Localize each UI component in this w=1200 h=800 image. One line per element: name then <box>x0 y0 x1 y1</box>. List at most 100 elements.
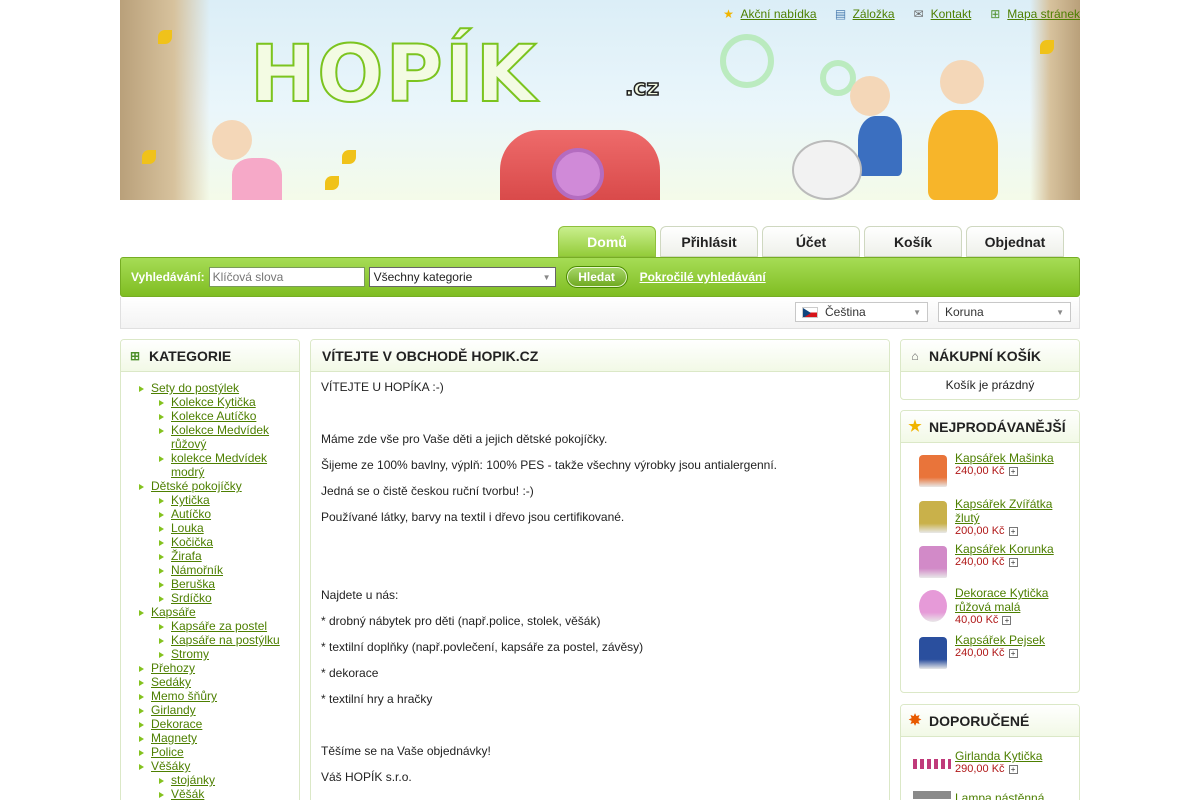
product-name-link[interactable]: Kapsářek Zvířátka žlutý <box>955 497 1065 525</box>
category-link[interactable]: kolekce Medvídek modrý <box>171 451 267 479</box>
category-subitem[interactable]: Kolekce Medvídek růžový <box>139 423 299 451</box>
category-link[interactable]: Kolekce Medvídek růžový <box>171 423 269 451</box>
category-subitem[interactable]: Beruška <box>139 577 299 591</box>
top-link-bookmark[interactable]: ▤ Záložka <box>833 6 895 22</box>
category-subitem[interactable]: stojánky <box>139 773 299 787</box>
category-item[interactable]: Věšáky <box>139 759 299 773</box>
category-item[interactable]: Dekorace <box>139 717 299 731</box>
category-subitem[interactable]: Autíčko <box>139 507 299 521</box>
tab-login[interactable]: Přihlásit <box>660 226 758 257</box>
category-subitem[interactable]: Žirafa <box>139 549 299 563</box>
category-link[interactable]: Srdíčko <box>171 591 212 605</box>
category-link[interactable]: Dekorace <box>151 717 202 731</box>
category-subitem[interactable]: Louka <box>139 521 299 535</box>
category-item[interactable]: Sedáky <box>139 675 299 689</box>
category-link[interactable]: Věšáky <box>151 759 190 773</box>
product-name-link[interactable]: Kapsářek Korunka <box>955 542 1065 556</box>
category-link[interactable]: Police <box>151 745 184 759</box>
top-link-label[interactable]: Kontakt <box>931 7 972 21</box>
top-link-contact[interactable]: ✉ Kontakt <box>911 6 972 22</box>
product-thumbnail[interactable] <box>919 590 947 622</box>
category-item[interactable]: Dětské pokojíčky <box>139 479 299 493</box>
category-subitem[interactable]: Stromy <box>139 647 299 661</box>
category-select[interactable]: Všechny kategorie ▼ <box>368 267 556 287</box>
site-logo[interactable]: HOPÍK <box>249 35 538 115</box>
category-link[interactable]: Kapsáře na postýlku <box>171 633 280 647</box>
tab-cart[interactable]: Košík <box>864 226 962 257</box>
category-link[interactable]: Beruška <box>171 577 215 591</box>
category-link[interactable]: Girlandy <box>151 703 196 717</box>
product-name-link[interactable]: Kapsářek Pejsek <box>955 633 1065 647</box>
search-input[interactable] <box>208 267 365 287</box>
category-subitem[interactable]: kolekce Medvídek modrý <box>139 451 299 479</box>
add-to-cart-icon[interactable]: + <box>1008 526 1018 536</box>
product-name-link[interactable]: Dekorace Kytička růžová malá <box>955 586 1065 614</box>
advanced-search-link[interactable]: Pokročilé vyhledávání <box>640 270 766 284</box>
welcome-paragraph: * dekorace <box>321 666 379 680</box>
top-link-special-offer[interactable]: ★ Akční nabídka <box>721 6 817 22</box>
category-subitem[interactable]: Kolekce Autíčko <box>139 409 299 423</box>
top-link-label[interactable]: Akční nabídka <box>741 7 817 21</box>
language-select[interactable]: Čeština ▼ <box>795 302 928 322</box>
category-link[interactable]: Přehozy <box>151 661 195 675</box>
currency-select[interactable]: Koruna ▼ <box>938 302 1071 322</box>
add-to-cart-icon[interactable]: + <box>1008 648 1018 658</box>
product-name-link[interactable]: Girlanda Kytička <box>955 749 1065 763</box>
tree-right-decoration <box>1030 0 1080 200</box>
category-subitem[interactable]: Kytička <box>139 493 299 507</box>
category-subitem[interactable]: Kapsáře za postel <box>139 619 299 633</box>
add-to-cart-icon[interactable]: + <box>1008 764 1018 774</box>
category-link[interactable]: Louka <box>171 521 204 535</box>
product-thumbnail[interactable] <box>919 637 947 669</box>
top-link-sitemap[interactable]: ⊞ Mapa stránek <box>987 6 1080 22</box>
category-link[interactable]: Autíčko <box>171 507 211 521</box>
category-link[interactable]: Magnety <box>151 731 197 745</box>
category-subitem[interactable]: Kolekce Kytička <box>139 395 299 409</box>
product-thumbnail[interactable] <box>919 501 947 533</box>
category-subitem[interactable]: Námořník <box>139 563 299 577</box>
category-item[interactable]: Přehozy <box>139 661 299 675</box>
category-link[interactable]: Žirafa <box>171 549 202 563</box>
top-link-label[interactable]: Mapa stránek <box>1007 7 1080 21</box>
top-navigation: ★ Akční nabídka ▤ Záložka ✉ Kontakt ⊞ Ma… <box>721 6 1080 22</box>
tab-account[interactable]: Účet <box>762 226 860 257</box>
category-link[interactable]: Sedáky <box>151 675 191 689</box>
tab-checkout[interactable]: Objednat <box>966 226 1064 257</box>
category-link[interactable]: Kytička <box>171 493 210 507</box>
product-thumbnail[interactable] <box>919 546 947 578</box>
category-link[interactable]: Sety do postýlek <box>151 381 239 395</box>
category-subitem[interactable]: Kapsáře na postýlku <box>139 633 299 647</box>
tab-home[interactable]: Domů <box>558 226 656 257</box>
product-name-link[interactable]: Lampa nástěnná <box>955 791 1065 800</box>
product-price-row: 240,00 Kč + <box>955 647 1018 659</box>
category-link[interactable]: Dětské pokojíčky <box>151 479 242 493</box>
category-item[interactable]: Police <box>139 745 299 759</box>
category-link[interactable]: Kolekce Autíčko <box>171 409 256 423</box>
category-link[interactable]: Kočička <box>171 535 213 549</box>
category-link[interactable]: Stromy <box>171 647 209 661</box>
top-link-label[interactable]: Záložka <box>853 7 895 21</box>
product-thumbnail[interactable] <box>919 455 947 487</box>
category-item[interactable]: Magnety <box>139 731 299 745</box>
category-link[interactable]: Kapsáře <box>151 605 196 619</box>
search-button[interactable]: Hledat <box>565 266 628 288</box>
product-thumbnail[interactable] <box>913 791 951 799</box>
category-subitem[interactable]: Věšák <box>139 787 299 800</box>
product-name-link[interactable]: Kapsářek Mašinka <box>955 451 1065 465</box>
category-item[interactable]: Girlandy <box>139 703 299 717</box>
category-item[interactable]: Sety do postýlek <box>139 381 299 395</box>
category-item[interactable]: Memo šňůry <box>139 689 299 703</box>
category-link[interactable]: Kolekce Kytička <box>171 395 256 409</box>
category-link[interactable]: Námořník <box>171 563 223 577</box>
add-to-cart-icon[interactable]: + <box>1008 557 1018 567</box>
product-thumbnail[interactable] <box>913 759 951 769</box>
category-link[interactable]: Kapsáře za postel <box>171 619 267 633</box>
add-to-cart-icon[interactable]: + <box>1002 615 1012 625</box>
category-link[interactable]: stojánky <box>171 773 215 787</box>
category-link[interactable]: Věšák <box>171 787 204 800</box>
category-subitem[interactable]: Kočička <box>139 535 299 549</box>
category-link[interactable]: Memo šňůry <box>151 689 217 703</box>
add-to-cart-icon[interactable]: + <box>1008 466 1018 476</box>
category-item[interactable]: Kapsáře <box>139 605 299 619</box>
category-subitem[interactable]: Srdíčko <box>139 591 299 605</box>
